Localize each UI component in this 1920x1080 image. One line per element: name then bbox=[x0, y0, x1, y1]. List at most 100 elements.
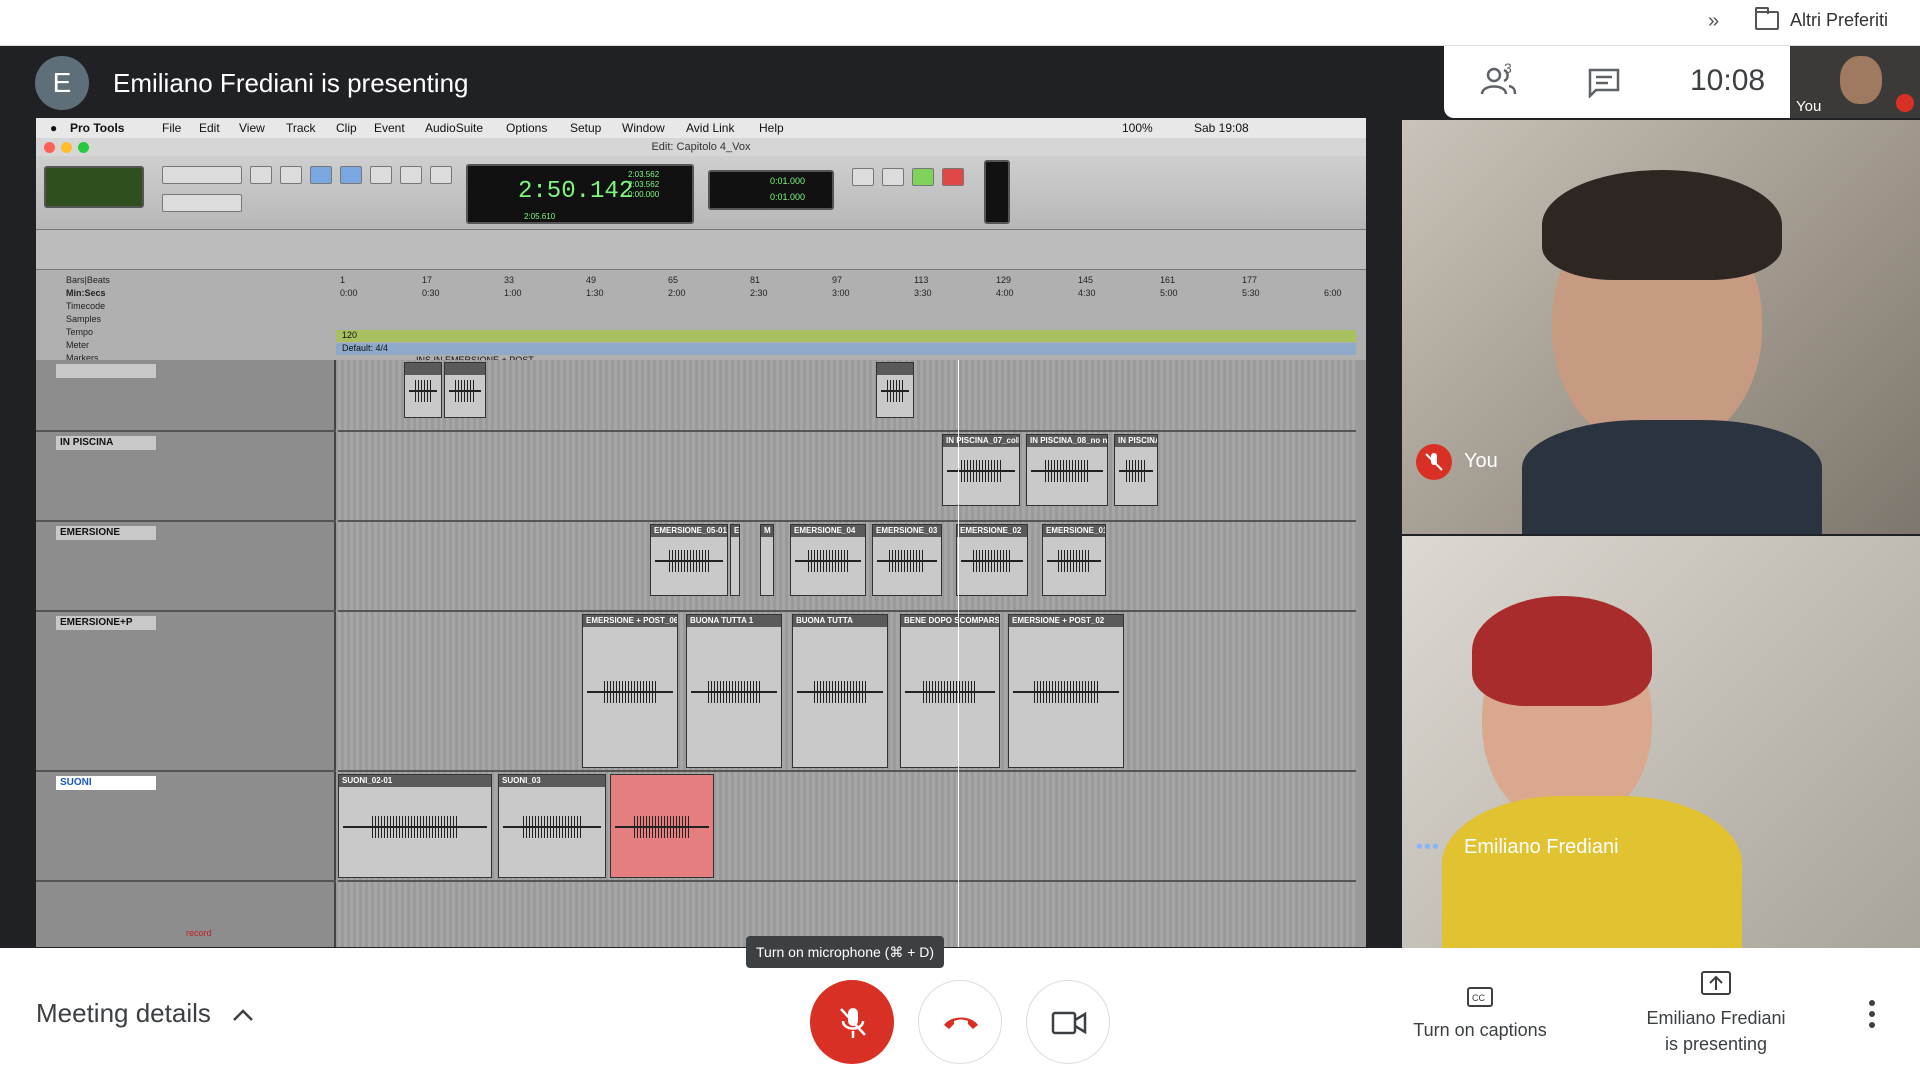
presenting-button[interactable]: Emiliano Frediani is presenting bbox=[1616, 968, 1816, 1068]
audio-clip[interactable]: BUONA TUTTA bbox=[792, 614, 888, 768]
minimize-window-button[interactable] bbox=[61, 142, 72, 153]
playhead[interactable] bbox=[958, 360, 959, 947]
zoom-window-button[interactable] bbox=[78, 142, 89, 153]
menu-event[interactable]: Event bbox=[374, 121, 405, 135]
mic-toggle-button[interactable] bbox=[810, 980, 894, 1064]
zoom-buttons[interactable] bbox=[162, 166, 242, 184]
clip-label: M bbox=[761, 525, 773, 537]
grid-nudge-display[interactable]: 0:01.000 0:01.000 bbox=[708, 170, 834, 210]
meeting-stage: E Emiliano Frediani is presenting ● Pro … bbox=[0, 46, 1920, 948]
audio-clip[interactable]: SUONI_02-01 bbox=[338, 774, 492, 878]
apple-icon: ● bbox=[50, 121, 58, 135]
track-name[interactable]: EMERSIONE bbox=[56, 526, 156, 540]
audio-clip[interactable] bbox=[876, 362, 914, 418]
waveform bbox=[1013, 681, 1119, 703]
universe-overview[interactable] bbox=[36, 230, 1366, 270]
meter-ruler-bar[interactable]: Default: 4/4 bbox=[336, 343, 1356, 355]
audio-clip[interactable]: EMERSIONE_04 bbox=[790, 524, 866, 596]
menu-audiosuite[interactable]: AudioSuite bbox=[425, 121, 483, 135]
audio-clip[interactable]: EMERSIONE_03 bbox=[872, 524, 942, 596]
speaker-icon[interactable] bbox=[400, 166, 422, 184]
self-view-thumbnail[interactable]: You bbox=[1790, 46, 1920, 118]
chat-icon[interactable] bbox=[1588, 68, 1620, 98]
menu-setup[interactable]: Setup bbox=[570, 121, 601, 135]
menu-options[interactable]: Options bbox=[506, 121, 547, 135]
audio-clip[interactable]: BENE DOPO SCOMPARS/ bbox=[900, 614, 1000, 768]
menu-window[interactable]: Window bbox=[622, 121, 665, 135]
menu-pro-tools[interactable]: Pro Tools bbox=[70, 121, 124, 135]
min-tick: 4:30 bbox=[1078, 288, 1096, 298]
track-playlist[interactable]: EMERSIONE + POST_06 BUONA TUTTA 1 BUONA … bbox=[338, 612, 1356, 772]
hand-icon[interactable] bbox=[370, 166, 392, 184]
ruler-bars-beats: Bars|Beats bbox=[66, 275, 110, 285]
track-playlist[interactable]: SUONI_02-01 SUONI_03 bbox=[338, 772, 1356, 882]
online-button[interactable] bbox=[852, 168, 874, 186]
track-name[interactable]: IN PISCINA bbox=[56, 436, 156, 450]
camera-toggle-button[interactable] bbox=[1026, 980, 1110, 1064]
track-header[interactable] bbox=[36, 360, 336, 432]
edit-mode-selector[interactable] bbox=[44, 166, 144, 208]
leave-call-button[interactable] bbox=[918, 980, 1002, 1064]
more-options-button[interactable] bbox=[1862, 998, 1882, 1030]
track-name[interactable]: SUONI bbox=[56, 776, 156, 790]
track-header[interactable]: EMERSIONE+P bbox=[36, 612, 336, 772]
pencil-icon[interactable] bbox=[430, 166, 452, 184]
zoomer-tool[interactable] bbox=[250, 166, 272, 184]
menu-file[interactable]: File bbox=[162, 121, 181, 135]
track-header[interactable]: IN PISCINA bbox=[36, 432, 336, 522]
audio-clip[interactable] bbox=[404, 362, 442, 418]
audio-clip[interactable]: IN PISCINA bbox=[1114, 434, 1158, 506]
track-name[interactable]: EMERSIONE+P bbox=[56, 616, 156, 630]
meeting-details-button[interactable]: Meeting details bbox=[36, 998, 254, 1029]
audio-clip[interactable]: E bbox=[730, 524, 740, 596]
track-header[interactable]: SUONI bbox=[36, 772, 336, 882]
menu-track[interactable]: Track bbox=[286, 121, 316, 135]
captions-button[interactable]: CC Turn on captions bbox=[1390, 978, 1570, 1058]
edit-window-playlists[interactable]: IN PISCINA_07_colli IN PISCINA_08_no n I… bbox=[338, 360, 1356, 947]
audio-clip[interactable]: IN PISCINA_07_colli bbox=[942, 434, 1020, 506]
menu-clip[interactable]: Clip bbox=[336, 121, 357, 135]
audio-clip-selected[interactable] bbox=[610, 774, 714, 878]
track-playlist[interactable] bbox=[338, 360, 1356, 432]
menu-edit[interactable]: Edit bbox=[199, 121, 220, 135]
min-tick: 1:00 bbox=[504, 288, 522, 298]
play-button[interactable] bbox=[912, 168, 934, 186]
trim-tool[interactable] bbox=[310, 166, 332, 184]
main-counter[interactable]: 2:50.142 2:03.562 2:03.562 0:00.000 2:05… bbox=[466, 164, 694, 224]
zoom-presets[interactable] bbox=[162, 194, 242, 212]
audio-clip[interactable]: EMERSIONE_01 bbox=[1042, 524, 1106, 596]
nudge-value: 0:01.000 bbox=[770, 192, 806, 202]
audio-clip[interactable]: EMERSIONE_05-01 bbox=[650, 524, 728, 596]
magnifier-icon[interactable] bbox=[280, 166, 302, 184]
captions-label: Turn on captions bbox=[1413, 1020, 1547, 1040]
participant-tile-you[interactable]: You bbox=[1402, 120, 1920, 534]
tempo-ruler-bar[interactable]: 120 bbox=[336, 330, 1356, 342]
menu-avid-link[interactable]: Avid Link bbox=[686, 121, 734, 135]
bookmark-folder-altri-preferiti[interactable]: Altri Preferiti bbox=[1790, 10, 1888, 31]
audio-clip[interactable] bbox=[444, 362, 486, 418]
bars-tick: 17 bbox=[422, 275, 433, 285]
audio-clip[interactable]: SUONI_03 bbox=[498, 774, 606, 878]
audio-clip[interactable]: EMERSIONE + POST_02 bbox=[1008, 614, 1124, 768]
shared-screen[interactable]: ● Pro Tools File Edit View Track Clip Ev… bbox=[36, 118, 1366, 947]
close-window-button[interactable] bbox=[44, 142, 55, 153]
audio-clip[interactable]: EMERSIONE_02 bbox=[956, 524, 1028, 596]
menu-help[interactable]: Help bbox=[759, 121, 784, 135]
audio-clip[interactable]: BUONA TUTTA 1 bbox=[686, 614, 782, 768]
audio-clip[interactable]: IN PISCINA_08_no n bbox=[1026, 434, 1108, 506]
participant-tile-emiliano[interactable]: ••• Emiliano Frediani bbox=[1402, 536, 1920, 948]
clip-label: EMERSIONE_03 bbox=[873, 525, 941, 537]
audio-clip[interactable]: EMERSIONE + POST_06 bbox=[582, 614, 678, 768]
track-header[interactable]: EMERSIONE bbox=[36, 522, 336, 612]
selection-start: 2:03.562 bbox=[628, 170, 660, 179]
track-playlist[interactable]: IN PISCINA_07_colli IN PISCINA_08_no n I… bbox=[338, 432, 1356, 522]
record-button[interactable] bbox=[942, 168, 964, 186]
audio-clip[interactable]: M bbox=[760, 524, 774, 596]
bookmarks-overflow-button[interactable]: » bbox=[1708, 10, 1719, 33]
grabber-tool[interactable] bbox=[340, 166, 362, 184]
menu-view[interactable]: View bbox=[239, 121, 265, 135]
track-name[interactable] bbox=[56, 364, 156, 378]
track-playlist[interactable]: EMERSIONE_05-01 E M EMERSIONE_04 EMERSIO… bbox=[338, 522, 1356, 612]
stop-button[interactable] bbox=[882, 168, 904, 186]
people-icon[interactable] bbox=[1480, 66, 1518, 96]
